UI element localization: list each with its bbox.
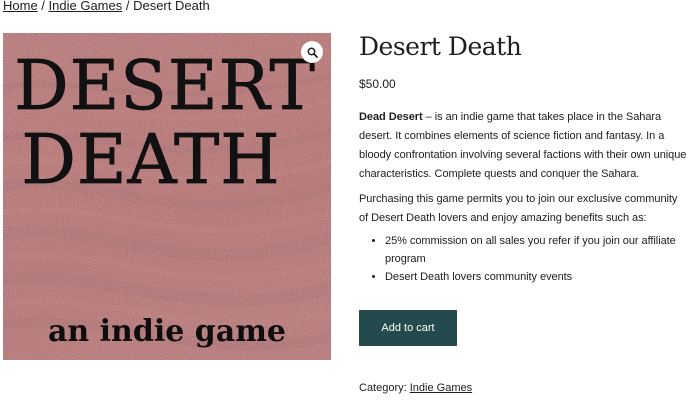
zoom-button[interactable] [301,41,323,63]
breadcrumb-separator: / [122,0,134,13]
benefit-item: 25% commission on all sales you refer if… [385,232,689,268]
product-image-gallery[interactable]: DESERT DEATH an indie game [3,33,331,360]
product-cover-image: DESERT DEATH an indie game [3,33,331,360]
description-paragraph-2: Purchasing this game permits you to join… [359,193,678,224]
benefit-item: Desert Death lovers community events [385,268,689,286]
product-summary: Desert Death $50.00 Dead Desert – is an … [359,30,689,286]
add-to-cart-button[interactable]: Add to cart [359,310,457,346]
breadcrumb-category-link[interactable]: Indie Games [49,0,123,13]
product-meta: Category: Indie Games [359,380,472,396]
category-link[interactable]: Indie Games [410,382,472,394]
breadcrumb-home-link[interactable]: Home [3,0,38,13]
category-label: Category: [359,382,410,394]
benefits-list: 25% commission on all sales you refer if… [359,232,689,286]
breadcrumb-separator: / [37,0,49,13]
description-lead-bold: Dead Desert [359,111,423,123]
breadcrumb-current: Desert Death [133,0,210,13]
product-price: $50.00 [359,77,396,91]
cover-tagline: an indie game [48,314,286,349]
description-paragraph: Dead Desert – is an indie game that take… [359,108,689,184]
product-description: Dead Desert – is an indie game that take… [359,108,689,286]
breadcrumb: Home / Indie Games / Desert Death [3,0,210,15]
cover-title-line1: DESERT [14,47,316,126]
magnifier-icon [307,47,318,58]
product-title: Desert Death [359,32,522,61]
cover-title-line2: DEATH [21,121,280,200]
